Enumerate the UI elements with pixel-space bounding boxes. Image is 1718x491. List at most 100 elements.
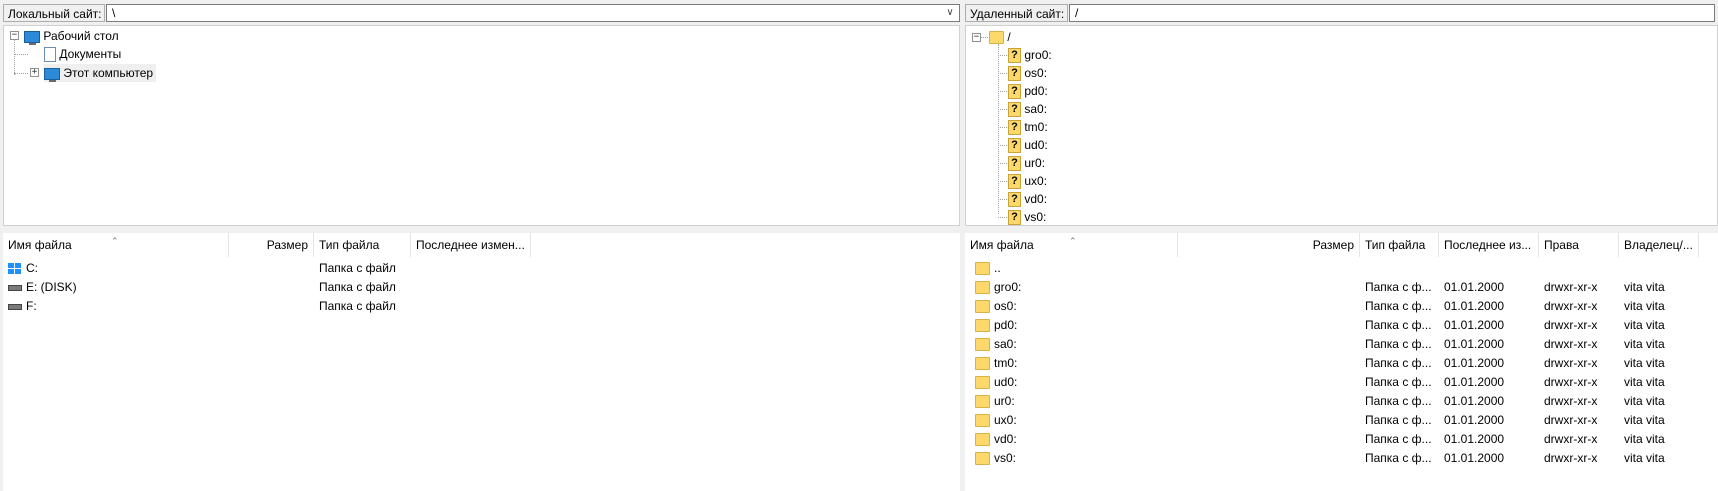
file-type-cell: Папка с файл bbox=[319, 261, 396, 275]
tree-item-ud0[interactable]: ? ud0: bbox=[1008, 136, 1048, 154]
tree-item-label: ux0: bbox=[1024, 174, 1048, 188]
file-row[interactable]: gro0: Папка с ф... 01.01.2000 drwxr-xr-x vit… bbox=[965, 278, 1718, 296]
column-header-modified[interactable]: Последнее из... bbox=[1439, 233, 1539, 257]
file-type-cell: Папка с ф... bbox=[1365, 432, 1432, 446]
file-modified-cell: 01.01.2000 bbox=[1444, 356, 1505, 370]
file-name-cell: .. bbox=[970, 259, 1178, 277]
file-row[interactable]: tm0: Папка с ф... 01.01.2000 drwxr-xr-x vita… bbox=[965, 354, 1718, 372]
file-owner-cell: vita vita bbox=[1624, 299, 1665, 313]
local-site-label: Локальный сайт: bbox=[3, 4, 105, 22]
collapse-expander-icon[interactable]: − bbox=[972, 33, 981, 42]
file-row[interactable]: F: Папка с файл bbox=[3, 297, 960, 315]
file-permissions-cell: drwxr-xr-x bbox=[1544, 337, 1598, 351]
folder-icon bbox=[975, 281, 990, 295]
unknown-folder-icon: ? bbox=[1008, 138, 1021, 154]
sort-asc-icon: ⌃ bbox=[1069, 236, 1077, 246]
file-row[interactable]: ud0: Папка с ф... 01.01.2000 drwxr-xr-x vita… bbox=[965, 373, 1718, 391]
file-row[interactable]: sa0: Папка с ф... 01.01.2000 drwxr-xr-x vita… bbox=[965, 335, 1718, 353]
tree-item-label: Документы bbox=[59, 47, 122, 61]
remote-site-label: Удаленный сайт: bbox=[965, 4, 1068, 22]
tree-item-ur0[interactable]: ? ur0: bbox=[1008, 154, 1045, 172]
tree-item-vs0[interactable]: ? vs0: bbox=[1008, 208, 1046, 226]
remote-file-list[interactable]: Имя файла ⌃ Размер Тип файла Последнее и… bbox=[965, 233, 1718, 491]
unknown-folder-icon: ? bbox=[1008, 174, 1021, 190]
parent-directory-row[interactable]: .. bbox=[965, 259, 1718, 277]
tree-guide-line bbox=[14, 54, 28, 55]
tree-item-this-computer[interactable]: Этот компьютер bbox=[44, 64, 157, 82]
unknown-folder-icon: ? bbox=[1008, 84, 1021, 100]
column-header-permissions[interactable]: Права bbox=[1539, 233, 1619, 257]
tree-guide-line bbox=[998, 73, 1007, 74]
file-row[interactable]: ur0: Папка с ф... 01.01.2000 drwxr-xr-x vita… bbox=[965, 392, 1718, 410]
file-modified-cell: 01.01.2000 bbox=[1444, 451, 1505, 465]
unknown-folder-icon: ? bbox=[1008, 156, 1021, 172]
tree-item-label: vd0: bbox=[1024, 192, 1048, 206]
tree-item-pd0[interactable]: ? pd0: bbox=[1008, 82, 1048, 100]
folder-icon bbox=[975, 338, 990, 352]
tree-guide-line bbox=[998, 127, 1007, 128]
tree-guide-line bbox=[998, 55, 1007, 56]
file-modified-cell: 01.01.2000 bbox=[1444, 394, 1505, 408]
local-tree-pane[interactable]: − Рабочий стол Документы + Этот компьюте… bbox=[3, 25, 960, 226]
tree-item-ux0[interactable]: ? ux0: bbox=[1008, 172, 1047, 190]
file-name-cell: F: bbox=[3, 297, 229, 315]
column-header-modified[interactable]: Последнее измен... bbox=[411, 233, 531, 257]
tree-item-gro0[interactable]: ? gro0: bbox=[1008, 46, 1052, 64]
desktop-icon bbox=[24, 30, 40, 45]
folder-icon bbox=[975, 300, 990, 314]
tree-item-os0[interactable]: ? os0: bbox=[1008, 64, 1047, 82]
column-header-size[interactable]: Размер bbox=[1178, 233, 1360, 257]
documents-icon bbox=[44, 47, 56, 63]
local-path-input[interactable]: \ bbox=[106, 4, 960, 22]
file-owner-cell: vita vita bbox=[1624, 432, 1665, 446]
expand-expander-icon[interactable]: + bbox=[30, 68, 39, 77]
file-row[interactable]: vs0: Папка с ф... 01.01.2000 drwxr-xr-x vita… bbox=[965, 449, 1718, 467]
column-header-owner[interactable]: Владелец/... bbox=[1619, 233, 1699, 257]
tree-item-documents[interactable]: Документы bbox=[44, 45, 121, 63]
file-name-cell: vd0: bbox=[970, 430, 1178, 448]
chevron-down-icon[interactable]: ∨ bbox=[943, 6, 957, 20]
tree-item-root[interactable]: / bbox=[989, 28, 1011, 46]
file-row[interactable]: os0: Папка с ф... 01.01.2000 drwxr-xr-x vita… bbox=[965, 297, 1718, 315]
drive-icon bbox=[8, 303, 22, 310]
file-type-cell: Папка с ф... bbox=[1365, 280, 1432, 294]
file-row[interactable]: pd0: Папка с ф... 01.01.2000 drwxr-xr-x vita… bbox=[965, 316, 1718, 334]
file-permissions-cell: drwxr-xr-x bbox=[1544, 299, 1598, 313]
file-type-cell: Папка с ф... bbox=[1365, 337, 1432, 351]
tree-guide-line bbox=[998, 181, 1007, 182]
file-owner-cell: vita vita bbox=[1624, 356, 1665, 370]
file-type-cell: Папка с файл bbox=[319, 280, 396, 294]
tree-item-label: sa0: bbox=[1024, 102, 1048, 116]
tree-item-label: Этот компьютер bbox=[63, 66, 154, 80]
file-row[interactable]: E: (DISK) Папка с файл bbox=[3, 278, 960, 296]
tree-item-vd0[interactable]: ? vd0: bbox=[1008, 190, 1047, 208]
file-row[interactable]: vd0: Папка с ф... 01.01.2000 drwxr-xr-x vita… bbox=[965, 430, 1718, 448]
file-type-cell: Папка с ф... bbox=[1365, 356, 1432, 370]
tree-item-desktop[interactable]: Рабочий стол bbox=[24, 27, 119, 45]
file-name-cell: ur0: bbox=[970, 392, 1178, 410]
file-permissions-cell: drwxr-xr-x bbox=[1544, 318, 1598, 332]
local-file-list[interactable]: Имя файла ⌃ Размер Тип файла Последнее и… bbox=[3, 233, 960, 491]
tree-item-tm0[interactable]: ? tm0: bbox=[1008, 118, 1048, 136]
tree-item-label: tm0: bbox=[1024, 120, 1048, 134]
file-owner-cell: vita vita bbox=[1624, 280, 1665, 294]
tree-guide-line bbox=[998, 145, 1007, 146]
file-type-cell: Папка с ф... bbox=[1365, 375, 1432, 389]
column-header-name[interactable]: Имя файла ⌃ bbox=[3, 233, 229, 257]
tree-guide-line bbox=[998, 199, 1007, 200]
tree-item-label: Рабочий стол bbox=[43, 29, 119, 43]
remote-path-input[interactable]: / bbox=[1069, 4, 1715, 22]
file-permissions-cell: drwxr-xr-x bbox=[1544, 356, 1598, 370]
unknown-folder-icon: ? bbox=[1008, 66, 1021, 82]
column-header-type[interactable]: Тип файла bbox=[1360, 233, 1439, 257]
file-row[interactable]: C: Папка с файл bbox=[3, 259, 960, 277]
column-header-name[interactable]: Имя файла ⌃ bbox=[965, 233, 1178, 257]
collapse-expander-icon[interactable]: − bbox=[10, 31, 19, 40]
folder-icon bbox=[975, 262, 990, 276]
tree-item-sa0[interactable]: ? sa0: bbox=[1008, 100, 1047, 118]
column-header-type[interactable]: Тип файла bbox=[314, 233, 411, 257]
file-row[interactable]: ux0: Папка с ф... 01.01.2000 drwxr-xr-x vita… bbox=[965, 411, 1718, 429]
column-header-size[interactable]: Размер bbox=[229, 233, 314, 257]
file-owner-cell: vita vita bbox=[1624, 318, 1665, 332]
remote-tree-pane[interactable]: − / ? gro0:? os0:? pd0:? sa0:? tm0:? ud0… bbox=[965, 25, 1718, 226]
